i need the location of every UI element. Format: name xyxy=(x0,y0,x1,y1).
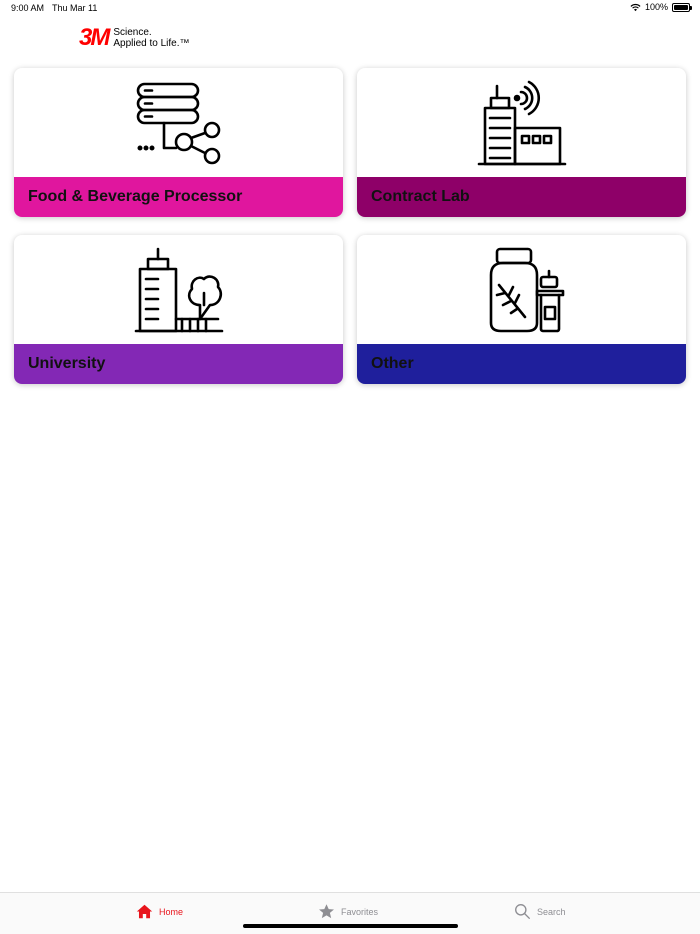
university-building-icon xyxy=(134,247,223,332)
card-university[interactable]: University xyxy=(14,235,343,384)
card-label-band: University xyxy=(14,344,343,384)
card-icon-area xyxy=(14,68,343,177)
status-bar: 9:00 AM Thu Mar 11 100% xyxy=(0,0,700,18)
wifi-icon xyxy=(630,3,641,11)
card-label: Contract Lab xyxy=(371,188,470,205)
tagline-line2: Applied to Life.™ xyxy=(113,38,190,49)
star-icon xyxy=(319,904,334,919)
brand-logo: 3M Science. Applied to Life.™ xyxy=(79,24,190,51)
logo-tagline: Science. Applied to Life.™ xyxy=(113,27,189,49)
card-icon-area xyxy=(357,68,686,177)
tab-favorites[interactable]: Favorites xyxy=(318,903,378,920)
card-label: Other xyxy=(371,355,414,372)
tab-search[interactable]: Search xyxy=(514,903,566,920)
logo-mark: 3M xyxy=(79,24,110,51)
card-label-band: Other xyxy=(357,344,686,384)
card-other[interactable]: Other xyxy=(357,235,686,384)
tab-home[interactable]: Home xyxy=(136,903,183,920)
battery-percent: 100% xyxy=(644,2,668,12)
card-label-band: Food & Beverage Processor xyxy=(14,177,343,217)
card-label-band: Contract Lab xyxy=(357,177,686,217)
home-indicator xyxy=(243,924,458,928)
server-network-icon xyxy=(136,82,220,164)
card-icon-area xyxy=(14,235,343,344)
home-icon xyxy=(136,904,153,919)
tagline-line1: Science. xyxy=(113,27,152,38)
card-contract-lab[interactable]: Contract Lab xyxy=(357,68,686,217)
tab-home-label: Home xyxy=(159,906,184,917)
tab-search-label: Search xyxy=(537,906,566,917)
status-time: 9:00 AM xyxy=(11,3,45,13)
tab-favorites-label: Favorites xyxy=(341,906,379,917)
jars-icon xyxy=(489,247,564,332)
search-icon xyxy=(515,904,530,919)
status-indicators: 100% xyxy=(630,2,692,12)
card-icon-area xyxy=(357,235,686,344)
card-food-beverage-processor[interactable]: Food & Beverage Processor xyxy=(14,68,343,217)
battery-icon xyxy=(672,2,692,12)
card-label: Food & Beverage Processor xyxy=(28,188,243,205)
card-label: University xyxy=(28,355,106,372)
lab-building-icon xyxy=(477,80,566,165)
status-date: Thu Mar 11 xyxy=(52,3,98,13)
